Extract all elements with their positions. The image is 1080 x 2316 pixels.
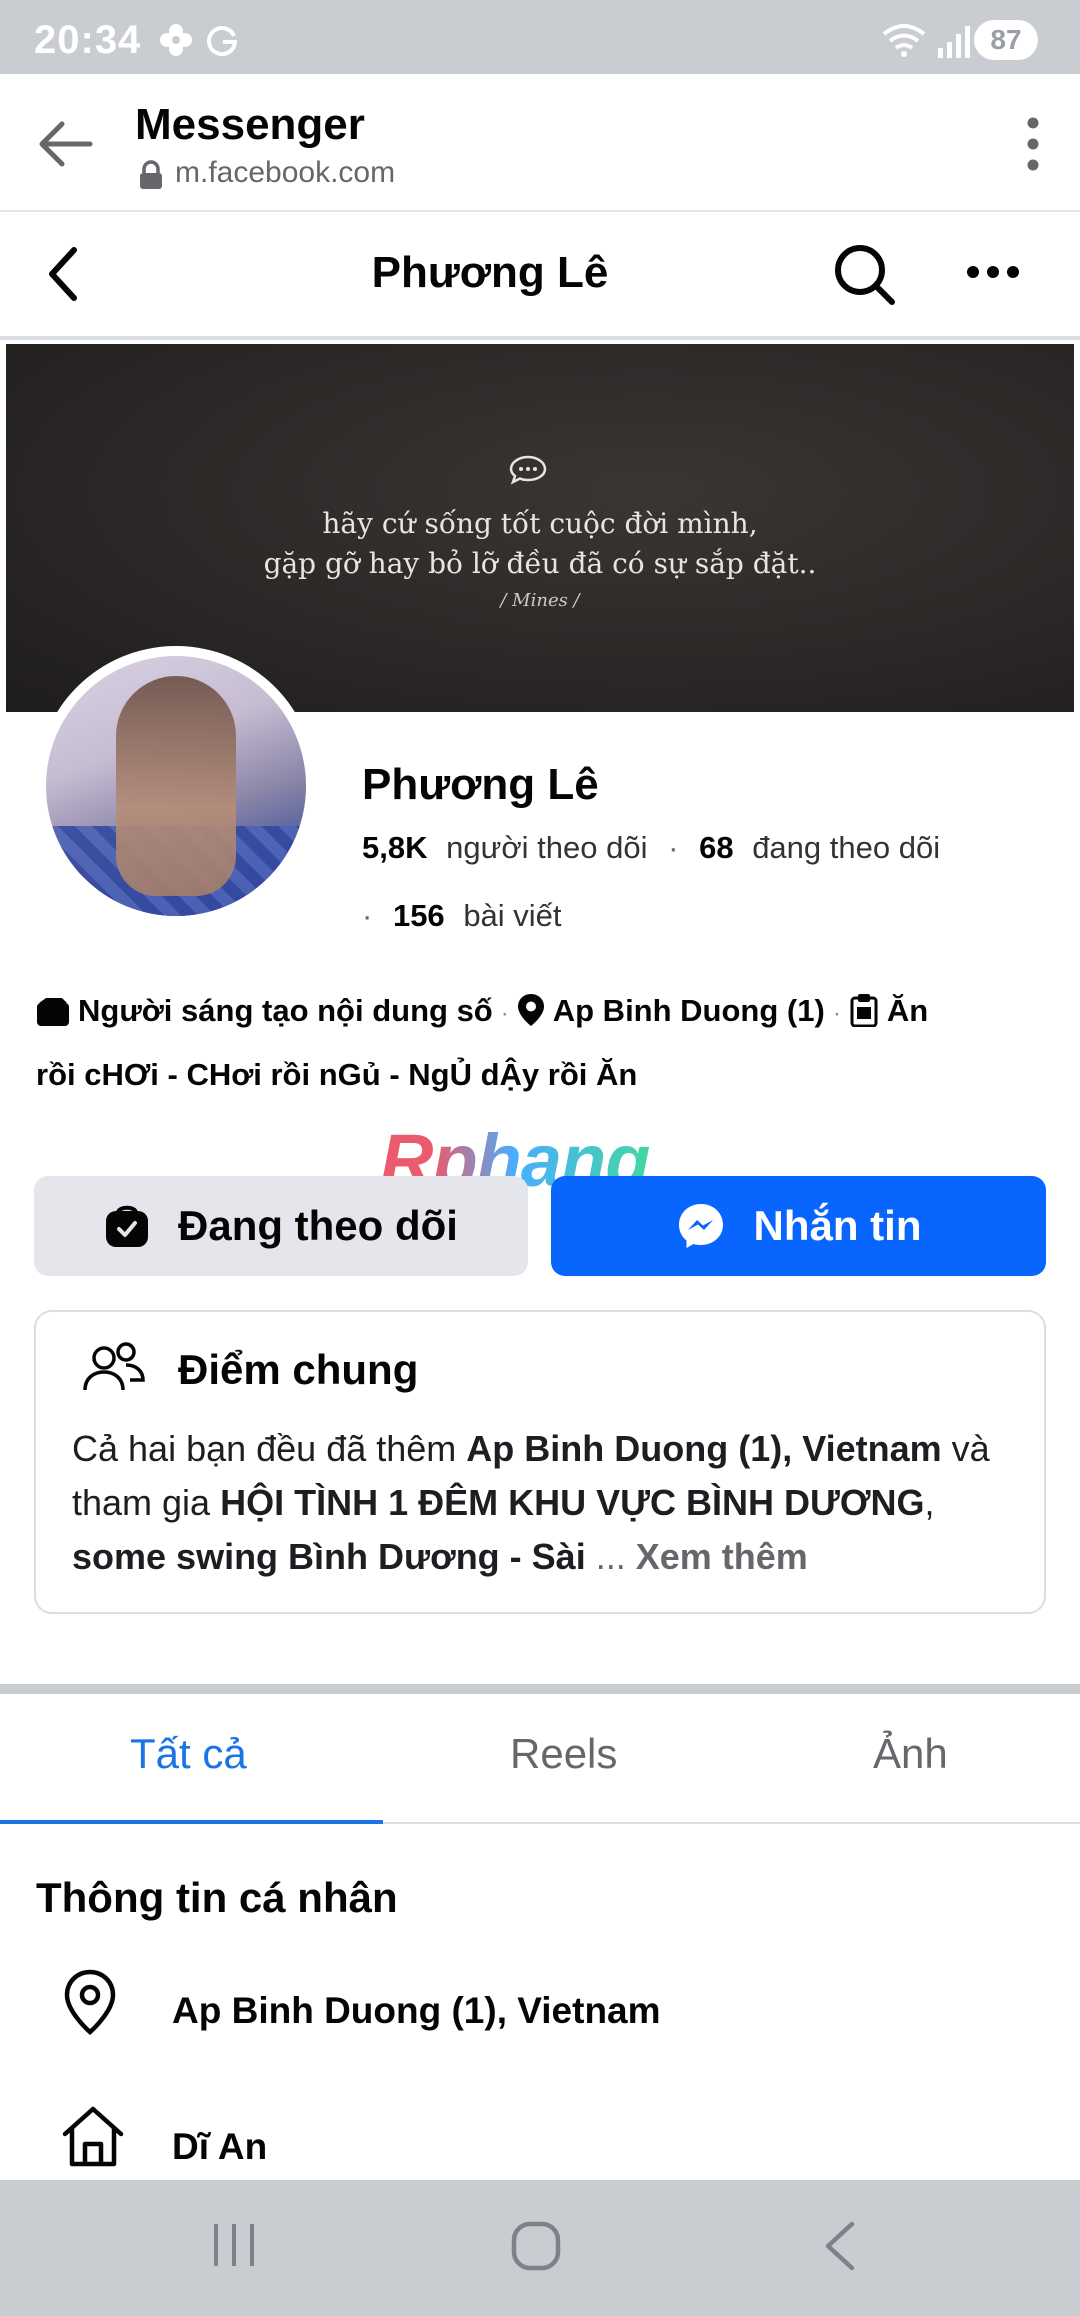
- horizontal-dots-icon[interactable]: [966, 264, 1020, 280]
- lock-icon: [140, 160, 162, 189]
- browser-url[interactable]: m.facebook.com: [175, 156, 395, 190]
- info-row-location: Ap Binh Duong (1), Vietnam: [0, 1968, 1080, 2068]
- back-button-icon[interactable]: [822, 2220, 858, 2272]
- signal-icon: [938, 26, 970, 58]
- posts-label: bài viết: [463, 898, 562, 933]
- mutual-info-title: Điểm chung: [178, 1346, 419, 1393]
- profile-header: Phương Lê: [0, 212, 1080, 340]
- chat-bubble-icon: [509, 455, 547, 485]
- map-pin-icon: [64, 1969, 116, 2035]
- following-label[interactable]: đang theo dõi: [752, 830, 940, 865]
- wifi-icon: [882, 24, 926, 57]
- message-button[interactable]: Nhắn tin: [551, 1176, 1046, 1276]
- following-button-label: Đang theo dõi: [178, 1202, 458, 1249]
- mutual-location: Ap Binh Duong (1), Vietnam: [466, 1428, 942, 1469]
- intro-text-part2: rồi cHƠi - CHơi rồi nGủ - NgỦ dẬy rồi Ăn: [36, 1057, 638, 1092]
- intro-text-part1: Ăn: [886, 993, 929, 1028]
- recent-apps-icon[interactable]: [210, 2220, 258, 2270]
- profile-details: Người sáng tạo nội dung số · Ap Binh Duon…: [36, 982, 1046, 1104]
- mutual-info-card: Điểm chung Cả hai bạn đều đã thêm Ap Bin…: [34, 1310, 1046, 1614]
- profile-name: Phương Lê: [362, 760, 599, 809]
- map-pin-icon: [517, 988, 545, 1046]
- profile-posts-stat: · 156 bài viết: [362, 898, 562, 933]
- browser-title: Messenger: [135, 100, 365, 149]
- browser-bar: Messenger m.facebook.com: [0, 74, 1080, 212]
- arrow-left-icon[interactable]: [34, 112, 98, 176]
- search-icon[interactable]: [832, 242, 898, 308]
- mutual-group-2[interactable]: some swing Bình Dương - Sài: [72, 1536, 586, 1577]
- message-button-label: Nhắn tin: [753, 1202, 922, 1249]
- info-location-text: Ap Binh Duong (1), Vietnam: [172, 1990, 661, 2031]
- g-logo-icon: [207, 26, 238, 57]
- posts-count: 156: [392, 898, 445, 933]
- bag-check-icon: [104, 1203, 150, 1249]
- people-icon: [83, 1342, 145, 1391]
- avatar[interactable]: [36, 646, 316, 926]
- personal-info-title: Thông tin cá nhân: [36, 1874, 398, 1921]
- clapperboard-icon: [36, 988, 70, 1046]
- see-more-link[interactable]: Xem thêm: [636, 1536, 808, 1577]
- mutual-info-text: Cả hai bạn đều đã thêm Ap Binh Duong (1)…: [72, 1428, 990, 1577]
- followers-count[interactable]: 5,8K: [362, 830, 427, 865]
- clipboard-icon: [849, 988, 879, 1046]
- mutual-group[interactable]: HỘI TÌNH 1 ĐÊM KHU VỰC BÌNH DƯƠNG: [220, 1482, 924, 1523]
- home-icon: [62, 2106, 124, 2167]
- location-text: Ap Binh Duong (1): [552, 993, 825, 1028]
- following-count[interactable]: 68: [699, 830, 733, 865]
- following-button[interactable]: Đang theo dõi: [34, 1176, 528, 1276]
- profile-stats: 5,8K người theo dõi · 68 đang theo dõi: [362, 830, 941, 865]
- home-button-icon[interactable]: [510, 2220, 562, 2272]
- status-bar: 20:34 87: [0, 0, 1080, 74]
- pinwheel-icon: [160, 24, 192, 56]
- battery-indicator: 87: [974, 20, 1038, 60]
- avatar-image: [46, 656, 306, 916]
- tab-reels[interactable]: Reels: [510, 1730, 617, 1778]
- active-tab-indicator: [0, 1820, 383, 1824]
- section-divider: [0, 1684, 1080, 1694]
- cover-quote-line2: gặp gỡ hay bỏ lỡ đều đã có sự sắp đặt..: [263, 547, 817, 580]
- system-nav-bar: [0, 2180, 1080, 2316]
- info-hometown-text: Dĩ An: [172, 2126, 268, 2167]
- cover-signature: / Mines /: [500, 590, 580, 611]
- status-time: 20:34: [34, 18, 142, 62]
- tab-photos[interactable]: Ảnh: [873, 1730, 948, 1778]
- profile-tabs: Tất cả Reels Ảnh: [0, 1694, 1080, 1824]
- tab-all[interactable]: Tất cả: [130, 1730, 247, 1778]
- category-text: Người sáng tạo nội dung số: [78, 993, 493, 1028]
- messenger-icon: [676, 1201, 726, 1251]
- vertical-dots-icon[interactable]: [1026, 116, 1040, 172]
- cover-quote-line1: hãy cứ sống tốt cuộc đời mình,: [322, 507, 758, 540]
- followers-label[interactable]: người theo dõi: [446, 830, 647, 865]
